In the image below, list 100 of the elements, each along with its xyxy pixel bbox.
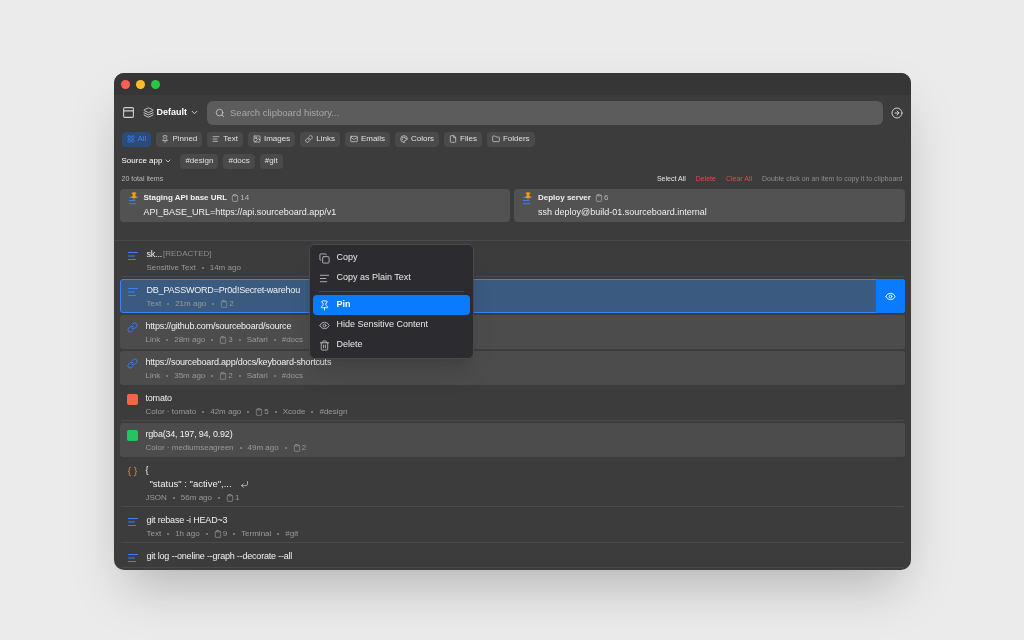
item-meta: Text — [146, 298, 162, 309]
item-meta: 14m ago — [209, 262, 241, 273]
history-row[interactable]: { "status" : "active",... JSON 56m ago 1 — [119, 459, 905, 507]
filter-chip[interactable]: Images — [248, 131, 296, 147]
item-meta: Xcode — [282, 406, 306, 417]
item-meta: Sensitive Text — [146, 262, 196, 273]
item-meta: Color · tomato — [145, 406, 197, 417]
copy-count: 14 — [240, 192, 250, 204]
copy-count: 2 — [228, 370, 233, 381]
item-meta: 56m ago — [180, 492, 212, 503]
history-row[interactable]: git rebase -i HEAD~3 Text 1h ago 9 Terminal #git — [119, 509, 905, 543]
window-icon[interactable] — [121, 106, 135, 119]
item-meta: Terminal — [241, 528, 272, 539]
history-row[interactable]: git log --oneline --graph --decorate --all — [119, 545, 905, 568]
item-meta: Safari — [246, 370, 268, 381]
menu-item[interactable]: Hide Sensitive Content — [312, 315, 470, 335]
clipboard-icon — [219, 335, 228, 344]
clipboard-icon — [219, 371, 228, 380]
folder-icon — [491, 135, 500, 143]
eye-icon — [884, 290, 896, 302]
item-meta: Safari — [246, 334, 268, 345]
history-row[interactable]: tomato Color · tomato 42m ago 5 Xcode #design — [119, 387, 905, 421]
item-title: git log --oneline --graph --decorate --all — [146, 550, 293, 562]
search-icon — [215, 107, 225, 118]
layers-icon — [142, 107, 154, 118]
item-title: git rebase -i HEAD~3 — [146, 514, 228, 526]
image-icon — [253, 135, 261, 143]
link-icon — [126, 358, 138, 369]
filter-chip[interactable]: Colors — [394, 131, 440, 147]
clipboard-icon — [292, 443, 301, 452]
source-app-dropdown[interactable]: Source app — [121, 155, 176, 167]
pin-icon — [524, 192, 532, 200]
item-title: https://github.com/sourceboard/source — [145, 320, 292, 332]
pin-icon — [161, 135, 170, 143]
minimize-button[interactable] — [135, 79, 145, 89]
tag-chip[interactable]: #design — [180, 153, 219, 169]
clipboard-icon — [226, 493, 234, 502]
clipboard-icon — [220, 299, 229, 308]
pinned-content: ssh deploy@build-01.sourceboard.internal — [538, 206, 707, 219]
pin-icon — [129, 192, 138, 200]
chevron-down-icon — [190, 108, 199, 117]
redacted-label: [REDACTED] — [163, 248, 212, 260]
pinned-title: Staging API base URL — [143, 192, 228, 204]
filter-chip[interactable]: Text — [207, 131, 243, 147]
menu-item[interactable]: Copy — [312, 248, 470, 268]
item-meta: 1h ago — [175, 528, 200, 539]
reveal-button[interactable] — [875, 279, 905, 313]
pinned-card[interactable]: Deploy server 6 ssh deploy@build-01.sourceboard.internal — [514, 189, 905, 222]
item-title: { — [145, 464, 149, 476]
pinned-content: API_BASE_URL=https://api.sourceboard.app/v1 — [143, 206, 337, 219]
item-meta: Color · mediumseagreen — [145, 442, 234, 453]
filter-chip[interactable]: Folders — [486, 131, 535, 147]
clipboard-icon — [231, 194, 240, 202]
copy-count: 5 — [264, 406, 269, 417]
item-meta: Text — [146, 528, 162, 539]
pin-icon — [318, 299, 330, 311]
filter-chip[interactable]: Pinned — [156, 131, 203, 147]
clipboard-icon — [255, 407, 264, 416]
item-meta: #git — [285, 528, 299, 539]
filter-chip[interactable]: Emails — [344, 131, 390, 147]
zoom-button[interactable] — [150, 79, 160, 89]
item-meta: #design — [319, 406, 348, 417]
filter-chip[interactable]: Files — [444, 131, 482, 147]
link-icon — [305, 135, 314, 143]
clipboard-icon — [594, 194, 603, 202]
tag-chip[interactable]: #docs — [223, 153, 255, 169]
pinned-card[interactable]: Staging API base URL 14 API_BASE_URL=https://api.sourceboard.app/v1 — [119, 189, 510, 222]
link-icon — [126, 322, 138, 333]
close-button[interactable] — [120, 79, 130, 89]
history-row[interactable]: rgba(34, 197, 94, 0.92) Color · mediumseagreen 49m ago 2 — [119, 423, 905, 457]
item-title: tomato — [145, 392, 172, 404]
filter-chip[interactable]: Links — [300, 131, 340, 147]
item-meta: Link — [145, 370, 161, 381]
profile-dropdown[interactable]: Default — [142, 105, 199, 120]
eye-icon — [318, 319, 330, 331]
history-row[interactable]: https://sourceboard.app/docs/keyboard-shortcuts Link 35m ago 2 Safari #docs — [119, 351, 905, 385]
pinned-title: Deploy server — [538, 192, 591, 204]
tag-chip[interactable]: #git — [259, 153, 283, 169]
copy-count: 3 — [228, 334, 233, 345]
item-meta: Link — [145, 334, 161, 345]
item-title: DB_PASSWORD=Pr0d!Secret-warehou — [146, 284, 300, 296]
text-lines-icon — [126, 250, 139, 262]
item-title-line: "status" : "active",... — [149, 478, 232, 490]
copy-count: 2 — [301, 442, 307, 453]
item-meta: JSON — [145, 492, 167, 503]
grid-icon — [126, 135, 135, 143]
text-lines-icon — [212, 135, 221, 143]
text-lines-icon — [126, 286, 139, 298]
clipboard-icon — [213, 529, 222, 538]
palette-icon — [399, 135, 408, 143]
arrow-circle-icon[interactable] — [890, 106, 903, 119]
copy-count: 6 — [603, 192, 609, 204]
copy-count: 1 — [235, 492, 240, 503]
item-meta: 21m ago — [175, 298, 207, 309]
item-meta: #docs — [281, 334, 304, 345]
item-meta: 42m ago — [210, 406, 242, 417]
text-lines-icon — [126, 552, 139, 564]
copy-icon — [318, 252, 330, 264]
menu-item[interactable]: Pin — [312, 295, 470, 315]
mail-icon — [349, 135, 358, 143]
